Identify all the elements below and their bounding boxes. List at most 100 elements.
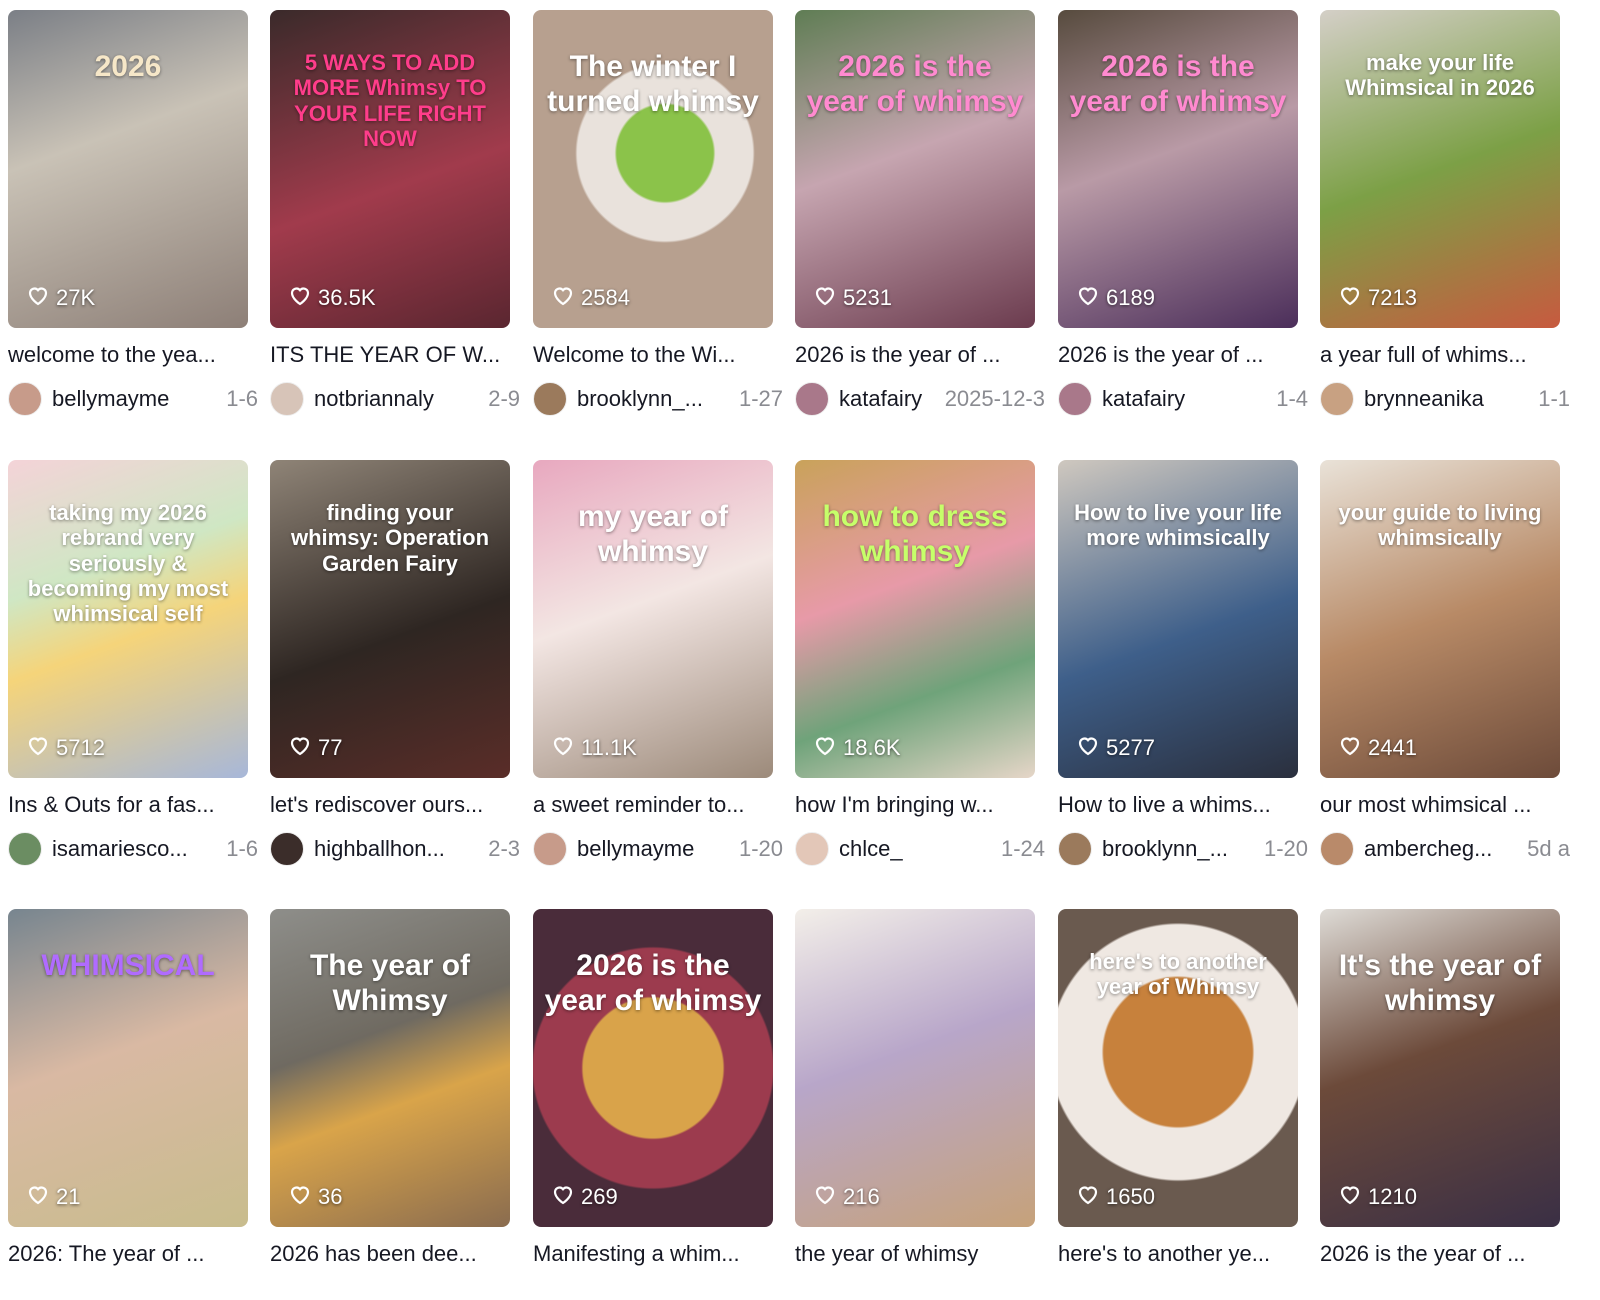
heart-icon [551,734,575,762]
author-username[interactable]: isamariesco... [52,836,218,862]
video-card[interactable]: make your life Whimsical in 2026 7213 a ye… [1320,10,1570,416]
video-card[interactable]: 2026 is the year of whimsy 269 Manifesting… [533,909,773,1267]
avatar[interactable] [8,382,42,416]
video-caption[interactable]: 2026 has been dee... [270,1241,515,1267]
video-caption[interactable]: here's to another ye... [1058,1241,1303,1267]
like-count: 1650 [1076,1183,1155,1211]
avatar[interactable] [270,832,304,866]
like-count-value: 1210 [1368,1184,1417,1209]
author-username[interactable]: ambercheg... [1364,836,1519,862]
heart-icon [26,734,50,762]
avatar[interactable] [1058,832,1092,866]
avatar[interactable] [270,382,304,416]
author-username[interactable]: brooklynn_... [577,386,731,412]
video-thumbnail[interactable]: 2026 is the year of whimsy 5231 [795,10,1035,328]
avatar[interactable] [1320,382,1354,416]
video-caption[interactable]: ITS THE YEAR OF W... [270,342,515,368]
avatar[interactable] [795,832,829,866]
video-card[interactable]: How to live your life more whimsically 52… [1058,460,1308,866]
video-card[interactable]: WHIMSICAL 21 2026: The year of ... [8,909,248,1267]
author-username[interactable]: katafairy [1102,386,1268,412]
video-card[interactable]: finding your whimsy: Operation Garden Fa… [270,460,520,866]
like-count: 1210 [1338,1183,1417,1211]
author-username[interactable]: katafairy [839,386,937,412]
video-thumbnail[interactable]: make your life Whimsical in 2026 7213 [1320,10,1560,328]
video-caption[interactable]: 2026 is the year of ... [795,342,1040,368]
like-count: 77 [288,734,342,762]
video-author-row: highballhon... 2-3 [270,832,520,866]
video-card[interactable]: 2026 27K welcome to the yea... bellymayme 1-… [8,10,258,416]
author-username[interactable]: bellymayme [52,386,218,412]
video-caption[interactable]: welcome to the yea... [8,342,253,368]
author-username[interactable]: brynneanika [1364,386,1530,412]
avatar[interactable] [533,382,567,416]
video-card[interactable]: The winter I turned whimsy 2584 Welcome to… [533,10,783,416]
like-count: 5277 [1076,734,1155,762]
thumbnail-overlay-text: how to dress whimsy [822,500,1008,568]
video-thumbnail[interactable]: The year of Whimsy 36 [270,909,510,1227]
heart-icon [813,284,837,312]
author-username[interactable]: bellymayme [577,836,731,862]
video-caption[interactable]: How to live a whims... [1058,792,1303,818]
video-thumbnail[interactable]: how to dress whimsy 18.6K [795,460,1035,778]
video-caption[interactable]: Manifesting a whim... [533,1241,778,1267]
video-thumbnail[interactable]: my year of whimsy 11.1K [533,460,773,778]
video-thumbnail[interactable]: finding your whimsy: Operation Garden Fa… [270,460,510,778]
video-caption[interactable]: let's rediscover ours... [270,792,515,818]
video-thumbnail[interactable]: How to live your life more whimsically 52… [1058,460,1298,778]
video-thumbnail[interactable]: 5 WAYS TO ADD MORE Whimsy TO YOUR LIFE R… [270,10,510,328]
author-username[interactable]: brooklynn_... [1102,836,1256,862]
video-thumbnail[interactable]: The winter I turned whimsy 2584 [533,10,773,328]
video-card[interactable]: 2026 is the year of whimsy 5231 2026 is th… [795,10,1045,416]
video-thumbnail[interactable]: 2026 is the year of whimsy 6189 [1058,10,1298,328]
video-caption[interactable]: Welcome to the Wi... [533,342,778,368]
like-count: 27K [26,284,95,312]
video-thumbnail[interactable]: here's to another year of Whimsy 1650 [1058,909,1298,1227]
video-card[interactable]: 2026 is the year of whimsy 6189 2026 is th… [1058,10,1308,416]
video-card[interactable]: 216 the year of whimsy [795,909,1035,1267]
heart-icon [551,1183,575,1211]
avatar[interactable] [533,832,567,866]
video-card[interactable]: your guide to living whimsically 2441 our … [1320,460,1570,866]
avatar[interactable] [8,832,42,866]
video-caption[interactable]: 2026 is the year of ... [1320,1241,1565,1267]
like-count-value: 2441 [1368,735,1417,760]
video-card[interactable]: my year of whimsy 11.1K a sweet reminder t… [533,460,783,866]
video-thumbnail[interactable]: your guide to living whimsically 2441 [1320,460,1560,778]
video-card[interactable]: It's the year of whimsy 1210 2026 is the y… [1320,909,1560,1267]
heart-icon [288,1183,312,1211]
video-caption[interactable]: a year full of whims... [1320,342,1565,368]
video-caption[interactable]: 2026: The year of ... [8,1241,253,1267]
author-username[interactable]: chlce_ [839,836,993,862]
like-count: 2584 [551,284,630,312]
video-card[interactable]: here's to another year of Whimsy 1650 here… [1058,909,1298,1267]
video-caption[interactable]: a sweet reminder to... [533,792,778,818]
video-thumbnail[interactable]: WHIMSICAL 21 [8,909,248,1227]
video-caption[interactable]: our most whimsical ... [1320,792,1565,818]
heart-icon [288,734,312,762]
post-date: 2025-12-3 [944,386,1045,411]
video-caption[interactable]: Ins & Outs for a fas... [8,792,253,818]
like-count: 6189 [1076,284,1155,312]
post-date: 1-24 [1000,836,1045,861]
video-thumbnail[interactable]: It's the year of whimsy 1210 [1320,909,1560,1227]
video-thumbnail[interactable]: taking my 2026 rebrand very seriously & … [8,460,248,778]
video-thumbnail[interactable]: 2026 27K [8,10,248,328]
video-card[interactable]: 5 WAYS TO ADD MORE Whimsy TO YOUR LIFE R… [270,10,520,416]
video-thumbnail[interactable]: 216 [795,909,1035,1227]
avatar[interactable] [795,382,829,416]
avatar[interactable] [1058,382,1092,416]
video-caption[interactable]: 2026 is the year of ... [1058,342,1303,368]
thumbnail-overlay-text: 2026 is the year of whimsy [806,50,1024,118]
video-caption[interactable]: how I'm bringing w... [795,792,1040,818]
author-username[interactable]: notbriannaly [314,386,480,412]
avatar[interactable] [1320,832,1354,866]
video-caption[interactable]: the year of whimsy [795,1241,1040,1267]
video-card[interactable]: how to dress whimsy 18.6K how I'm bringing… [795,460,1045,866]
video-card[interactable]: The year of Whimsy 36 2026 has been dee... [270,909,510,1267]
thumbnail-overlay-text: your guide to living whimsically [1338,500,1542,551]
video-card[interactable]: taking my 2026 rebrand very seriously & … [8,460,258,866]
like-count-value: 21 [56,1184,81,1209]
author-username[interactable]: highballhon... [314,836,480,862]
video-thumbnail[interactable]: 2026 is the year of whimsy 269 [533,909,773,1227]
